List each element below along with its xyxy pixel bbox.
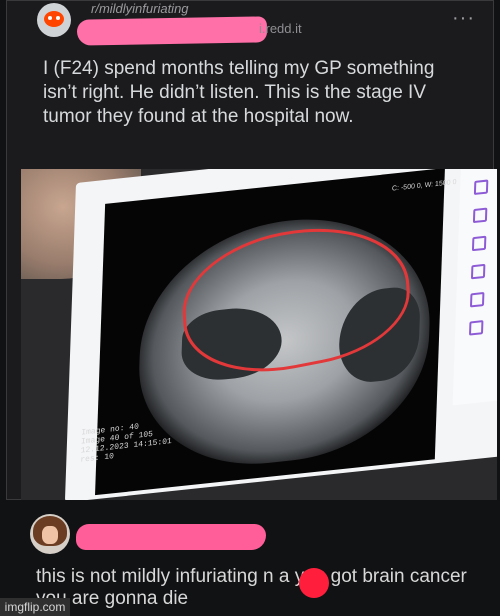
censor-dot xyxy=(299,568,329,598)
reddit-snoo-icon xyxy=(44,11,64,27)
post-title[interactable]: I (F24) spend months telling my GP somet… xyxy=(43,57,463,129)
commenter-name-redaction xyxy=(76,524,266,550)
pan-icon[interactable] xyxy=(472,207,488,224)
zoom-icon[interactable] xyxy=(473,179,489,196)
comment-section: this is not mildly infuriating n a you g… xyxy=(0,500,500,616)
subreddit-avatar[interactable] xyxy=(37,3,71,37)
subreddit-name[interactable]: r/mildlyinfuriating xyxy=(91,1,189,16)
viewer-toolbar[interactable] xyxy=(452,169,497,406)
avatar-face-icon xyxy=(42,526,58,544)
contrast-icon[interactable] xyxy=(470,263,486,280)
tablet-device: C: -500 0, W: 1500 0 Image no: 40 Image … xyxy=(64,169,497,501)
post-card: r/mildlyinfuriating i.redd.it ··· I (F24… xyxy=(6,0,497,501)
ellipsis-icon[interactable]: ··· xyxy=(452,7,475,30)
measure-icon[interactable] xyxy=(471,235,487,252)
imgflip-watermark: imgflip.com xyxy=(0,598,70,616)
screenshot-frame: r/mildlyinfuriating i.redd.it ··· I (F24… xyxy=(0,0,500,616)
layers-icon[interactable] xyxy=(468,320,484,336)
post-image[interactable]: C: -500 0, W: 1500 0 Image no: 40 Image … xyxy=(21,169,497,501)
post-domain[interactable]: i.redd.it xyxy=(259,21,302,36)
commenter-avatar[interactable] xyxy=(30,514,70,554)
rotate-icon[interactable] xyxy=(469,291,485,308)
username-redaction xyxy=(76,16,268,46)
comment-body[interactable]: this is not mildly infuriating n a you g… xyxy=(36,566,476,610)
